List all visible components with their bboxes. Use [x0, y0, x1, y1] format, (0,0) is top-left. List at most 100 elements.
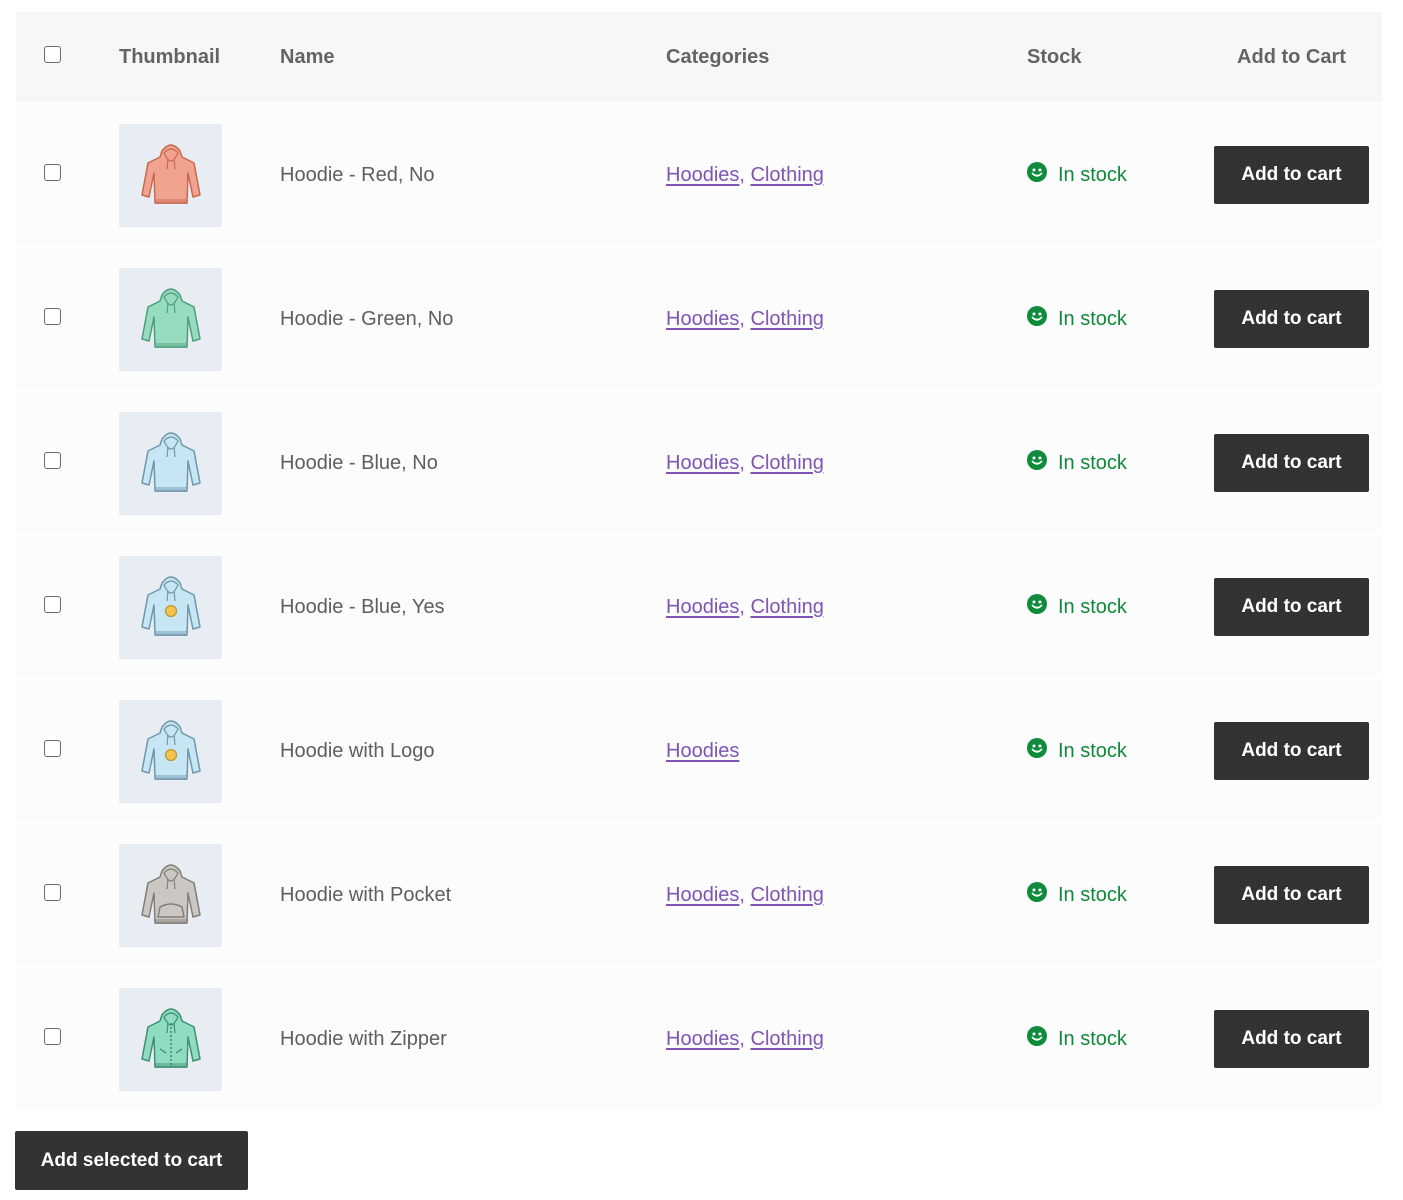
cart-cell: Add to cart — [1201, 866, 1382, 924]
category-link-clothing[interactable]: Clothing — [751, 164, 824, 186]
row-check-cell — [16, 740, 119, 762]
product-name: Hoodie - Blue, Yes — [280, 595, 445, 618]
table-row: Hoodie with Logo Hoodies In stock Add to ca… — [16, 678, 1382, 822]
row-select-checkbox[interactable] — [44, 740, 61, 757]
stock-cell: In stock — [1027, 594, 1201, 620]
product-name: Hoodie - Blue, No — [280, 451, 438, 474]
product-categories: Hoodies, Clothing — [666, 452, 1027, 475]
smile-icon — [1027, 1026, 1058, 1052]
thumbnail-cell — [119, 411, 280, 515]
category-separator: , — [739, 883, 751, 906]
stock-status: In stock — [1027, 450, 1201, 476]
hoodie-thumbnail[interactable] — [119, 699, 222, 803]
header-categories: Categories — [666, 45, 770, 68]
stock-status: In stock — [1027, 738, 1201, 764]
category-link-clothing[interactable]: Clothing — [751, 452, 824, 474]
select-all-checkbox[interactable] — [44, 45, 61, 63]
add-to-cart-button[interactable]: Add to cart — [1214, 866, 1369, 924]
category-separator: , — [739, 163, 751, 186]
category-link-clothing[interactable]: Clothing — [751, 884, 824, 906]
hoodie-thumbnail[interactable] — [119, 555, 222, 659]
table-row: Hoodie - Red, No Hoodies, Clothing In stoc… — [16, 102, 1382, 246]
table-row: Hoodie with Pocket Hoodies, Clothing In st… — [16, 822, 1382, 966]
thumbnail-cell — [119, 555, 280, 659]
add-to-cart-button[interactable]: Add to cart — [1214, 290, 1369, 348]
row-check-cell — [16, 884, 119, 906]
hoodie-thumbnail[interactable] — [119, 411, 222, 515]
add-to-cart-button[interactable]: Add to cart — [1214, 434, 1369, 492]
table-header: Thumbnail Name Categories Stock Add to C… — [16, 12, 1382, 102]
row-check-cell — [16, 308, 119, 330]
category-separator: , — [739, 1027, 751, 1050]
stock-status: In stock — [1027, 162, 1201, 188]
category-link-hoodies[interactable]: Hoodies — [666, 452, 739, 474]
category-link-hoodies[interactable]: Hoodies — [666, 164, 739, 186]
thumbnail-cell — [119, 123, 280, 227]
table-row: Hoodie with Zipper Hoodies, Clothing In st… — [16, 966, 1382, 1110]
cart-cell: Add to cart — [1201, 434, 1382, 492]
add-to-cart-button[interactable]: Add to cart — [1214, 722, 1369, 780]
thumbnail-cell — [119, 699, 280, 803]
stock-label: In stock — [1058, 883, 1127, 906]
product-categories: Hoodies, Clothing — [666, 1028, 1027, 1051]
stock-label: In stock — [1058, 1027, 1127, 1050]
category-link-hoodies[interactable]: Hoodies — [666, 884, 739, 906]
category-link-hoodies[interactable]: Hoodies — [666, 308, 739, 330]
add-to-cart-button[interactable]: Add to cart — [1214, 146, 1369, 204]
row-select-checkbox[interactable] — [44, 452, 61, 469]
stock-cell: In stock — [1027, 882, 1201, 908]
row-select-checkbox[interactable] — [44, 596, 61, 613]
smile-icon — [1027, 594, 1058, 620]
row-check-cell — [16, 452, 119, 474]
stock-label: In stock — [1058, 307, 1127, 330]
add-to-cart-button[interactable]: Add to cart — [1214, 578, 1369, 636]
product-table: Thumbnail Name Categories Stock Add to C… — [16, 12, 1382, 1110]
header-name: Name — [280, 45, 335, 68]
stock-status: In stock — [1027, 306, 1201, 332]
stock-label: In stock — [1058, 163, 1127, 186]
row-select-checkbox[interactable] — [44, 884, 61, 901]
category-link-clothing[interactable]: Clothing — [751, 596, 824, 618]
stock-cell: In stock — [1027, 1026, 1201, 1052]
table-row: Hoodie - Blue, Yes Hoodies, Clothing In st… — [16, 534, 1382, 678]
hoodie-thumbnail[interactable] — [119, 843, 222, 947]
category-link-hoodies[interactable]: Hoodies — [666, 1028, 739, 1050]
category-link-hoodies[interactable]: Hoodies — [666, 740, 739, 762]
table-row: Hoodie - Blue, No Hoodies, Clothing In sto… — [16, 390, 1382, 534]
stock-cell: In stock — [1027, 450, 1201, 476]
category-separator: , — [739, 307, 751, 330]
cart-cell: Add to cart — [1201, 722, 1382, 780]
row-select-checkbox[interactable] — [44, 164, 61, 181]
product-name: Hoodie - Red, No — [280, 163, 435, 186]
product-name: Hoodie - Green, No — [280, 307, 454, 330]
hoodie-thumbnail[interactable] — [119, 987, 222, 1091]
category-link-hoodies[interactable]: Hoodies — [666, 596, 739, 618]
stock-label: In stock — [1058, 451, 1127, 474]
product-categories: Hoodies, Clothing — [666, 164, 1027, 187]
hoodie-thumbnail[interactable] — [119, 267, 222, 371]
add-to-cart-button[interactable]: Add to cart — [1214, 1010, 1369, 1068]
category-link-clothing[interactable]: Clothing — [751, 308, 824, 330]
category-link-clothing[interactable]: Clothing — [751, 1028, 824, 1050]
stock-label: In stock — [1058, 595, 1127, 618]
product-name: Hoodie with Logo — [280, 739, 435, 762]
row-check-cell — [16, 1028, 119, 1050]
smile-icon — [1027, 738, 1058, 764]
row-check-cell — [16, 164, 119, 186]
thumbnail-cell — [119, 843, 280, 947]
hoodie-thumbnail[interactable] — [119, 123, 222, 227]
row-select-checkbox[interactable] — [44, 1028, 61, 1045]
smile-icon — [1027, 306, 1058, 332]
header-check-cell — [16, 45, 119, 69]
stock-status: In stock — [1027, 882, 1201, 908]
product-categories: Hoodies, Clothing — [666, 596, 1027, 619]
cart-cell: Add to cart — [1201, 578, 1382, 636]
stock-label: In stock — [1058, 739, 1127, 762]
product-name: Hoodie with Zipper — [280, 1027, 447, 1050]
product-name: Hoodie with Pocket — [280, 883, 452, 906]
add-selected-to-cart-button[interactable]: Add selected to cart — [15, 1131, 248, 1190]
stock-cell: In stock — [1027, 162, 1201, 188]
smile-icon — [1027, 882, 1058, 908]
stock-cell: In stock — [1027, 306, 1201, 332]
row-select-checkbox[interactable] — [44, 308, 61, 325]
